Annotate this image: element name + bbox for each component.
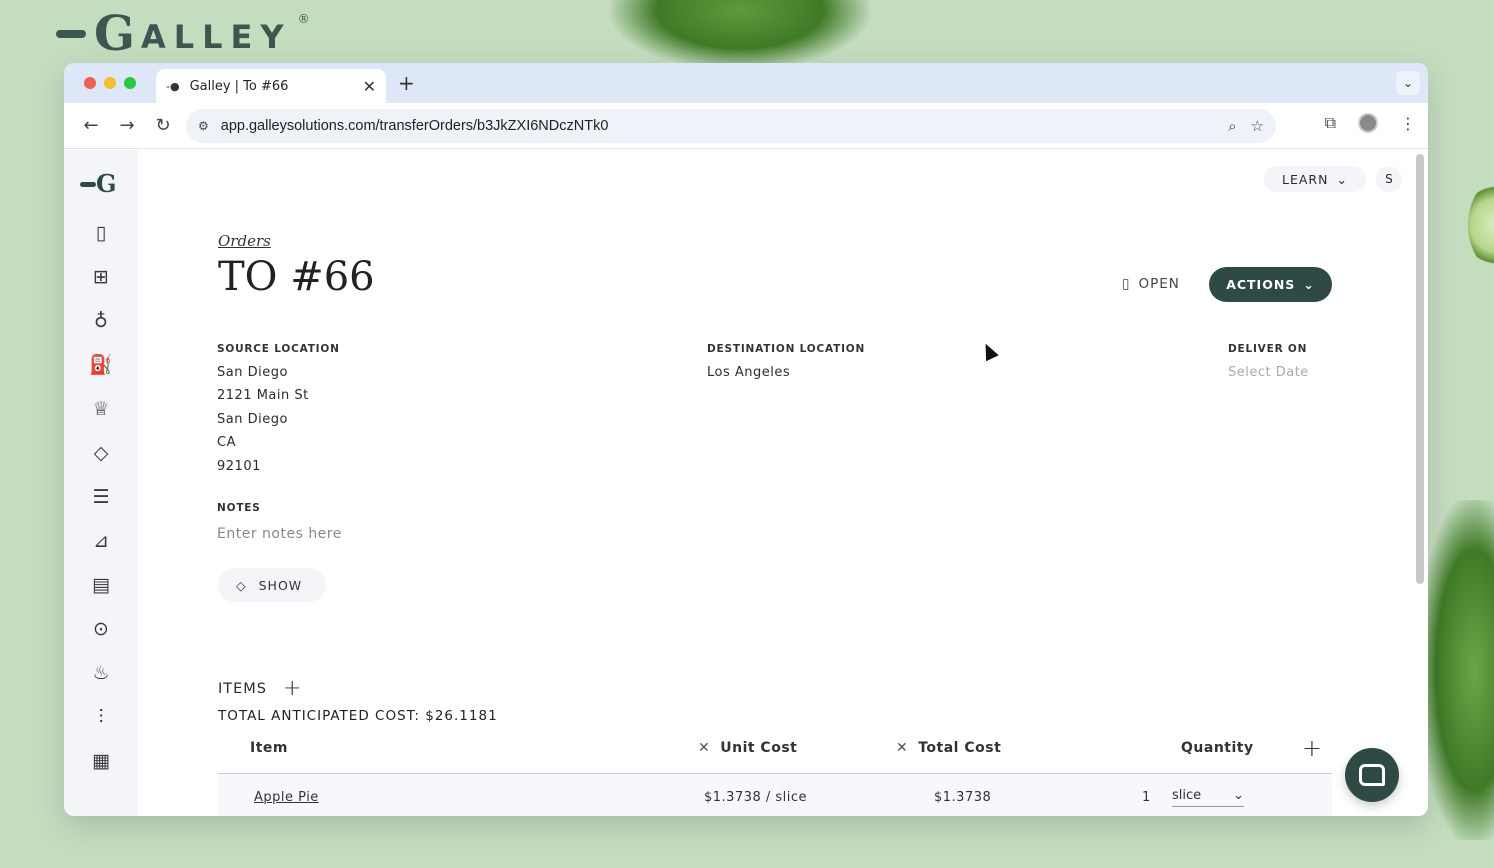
status-text: OPEN: [1138, 276, 1180, 292]
breadcrumb-orders-link[interactable]: Orders: [218, 232, 271, 250]
document-icon[interactable]: ▤: [86, 572, 116, 598]
kale-decoration-top: [610, 0, 870, 70]
mouse-cursor-icon: [979, 340, 999, 362]
remove-column-icon[interactable]: ✕: [698, 740, 710, 756]
galley-logo-icon[interactable]: G: [80, 172, 117, 196]
app-content: G ▯ ⊞ ♁ ⛽ ♕ ◇ ☰ ⊿ ▤ ⊙ ♨ ⫶ ▦ LEARN ⌄ S Or…: [64, 150, 1428, 816]
close-window-button[interactable]: [84, 77, 96, 89]
document-icon: ▯: [1122, 276, 1131, 292]
show-tags-button[interactable]: ◇ SHOW: [218, 568, 326, 602]
column-quantity: Quantity: [1181, 740, 1254, 756]
total-anticipated-cost: TOTAL ANTICIPATED COST: $26.1181: [218, 708, 498, 724]
sliders-icon[interactable]: ⫶: [86, 704, 116, 730]
extensions-icon[interactable]: ⧉: [1325, 113, 1336, 133]
header-right: LEARN ⌄ S: [1264, 166, 1402, 192]
chef-icon[interactable]: ♕: [86, 396, 116, 422]
tab-bar: -● Galley | To #66 ✕ + ⌄: [64, 63, 1428, 103]
items-table-header: Item ✕ Unit Cost ✕ Total Cost Quantity +: [218, 734, 1332, 774]
source-line: San Diego: [217, 365, 288, 380]
toolbar-right: ⧉ ⋮: [1325, 113, 1416, 133]
status-indicator: ▯ OPEN: [1122, 276, 1180, 292]
column-item: Item: [250, 740, 288, 756]
source-line: 2121 Main St: [217, 388, 309, 403]
forward-icon[interactable]: →: [112, 115, 142, 136]
galley-favicon-icon: -●: [166, 79, 180, 93]
app-sidebar: G ▯ ⊞ ♁ ⛽ ♕ ◇ ☰ ⊿ ▤ ⊙ ♨ ⫶ ▦: [64, 150, 138, 816]
site-settings-icon[interactable]: ⚙: [198, 119, 209, 133]
chevron-down-icon: ⌄: [1303, 277, 1315, 292]
new-tab-icon[interactable]: +: [398, 71, 415, 95]
book-icon[interactable]: ⊞: [86, 264, 116, 290]
total-cost-cell: $1.3738: [934, 790, 992, 805]
source-line: 92101: [217, 459, 261, 474]
chat-icon: [1359, 764, 1385, 786]
quantity-input[interactable]: 1: [1142, 790, 1151, 805]
notes-input[interactable]: Enter notes here: [217, 526, 342, 542]
profile-avatar[interactable]: [1358, 113, 1378, 133]
user-menu-button[interactable]: S: [1375, 166, 1402, 192]
items-heading: ITEMS +: [218, 676, 303, 701]
page-scrollbar[interactable]: [1416, 154, 1424, 584]
column-total-cost: ✕ Total Cost: [896, 740, 1002, 756]
minimize-window-button[interactable]: [104, 77, 116, 89]
more-menu-icon[interactable]: ⋮: [1400, 114, 1416, 133]
item-link[interactable]: Apple Pie: [254, 790, 319, 805]
page-title: TO #66: [218, 254, 375, 300]
tag-icon: ◇: [236, 577, 247, 593]
table-row: Apple Pie $1.3738 / slice $1.3738 1 slic…: [218, 774, 1332, 816]
clipboard-icon[interactable]: ▯: [86, 220, 116, 246]
source-line: CA: [217, 435, 236, 450]
tag-icon[interactable]: ◇: [86, 440, 116, 466]
remove-column-icon[interactable]: ✕: [896, 740, 908, 756]
menu-board-icon[interactable]: ▦: [86, 748, 116, 774]
chevron-down-icon: ⌄: [1336, 171, 1348, 187]
reload-icon[interactable]: ↻: [148, 115, 178, 136]
add-item-icon[interactable]: +: [283, 676, 302, 701]
chat-support-button[interactable]: [1345, 748, 1399, 802]
galley-brand-logo: G ALLEY ®: [56, 10, 310, 58]
bookmark-star-icon[interactable]: ☆: [1251, 117, 1264, 135]
source-line: San Diego: [217, 412, 288, 427]
add-column-icon[interactable]: +: [1302, 734, 1322, 762]
dining-icon[interactable]: ♨: [86, 660, 116, 686]
ingredient-icon[interactable]: ♁: [86, 308, 116, 334]
unit-select[interactable]: slice ⌄: [1172, 788, 1244, 807]
cucumber-decoration: [1468, 180, 1494, 270]
cart-icon[interactable]: ⊿: [86, 528, 116, 554]
close-tab-icon[interactable]: ✕: [363, 77, 376, 96]
deliver-on-label: DELIVER ON: [1228, 343, 1308, 355]
window-controls: [84, 77, 136, 89]
browser-tab[interactable]: -● Galley | To #66 ✕: [156, 69, 386, 103]
browser-toolbar: ← → ↻ ⚙ app.galleysolutions.com/transfer…: [64, 103, 1428, 149]
back-icon[interactable]: ←: [76, 115, 106, 136]
tab-search-chevron-icon[interactable]: ⌄: [1396, 71, 1420, 95]
maximize-window-button[interactable]: [124, 77, 136, 89]
chevron-down-icon: ⌄: [1233, 788, 1244, 803]
destination-location-value: Los Angeles: [707, 365, 791, 380]
column-unit-cost: ✕ Unit Cost: [698, 740, 798, 756]
notes-label: NOTES: [217, 502, 261, 514]
browser-window: -● Galley | To #66 ✕ + ⌄ ← → ↻ ⚙ app.gal…: [64, 63, 1428, 816]
url-text[interactable]: app.galleysolutions.com/transferOrders/b…: [221, 118, 1214, 134]
kale-decoration-right: [1420, 500, 1494, 840]
source-location-label: SOURCE LOCATION: [217, 343, 340, 355]
bottle-icon[interactable]: ⛽: [86, 352, 116, 378]
deliver-date-picker[interactable]: Select Date: [1228, 365, 1309, 380]
destination-location-label: DESTINATION LOCATION: [707, 343, 866, 355]
learn-button[interactable]: LEARN ⌄: [1264, 166, 1366, 192]
actions-button[interactable]: ACTIONS ⌄: [1209, 267, 1332, 302]
key-icon: [56, 30, 86, 38]
checklist-icon[interactable]: ☰: [86, 484, 116, 510]
zoom-icon[interactable]: ⌕: [1228, 117, 1236, 135]
location-icon[interactable]: ⊙: [86, 616, 116, 642]
unit-cost-cell: $1.3738 / slice: [704, 790, 808, 805]
address-bar[interactable]: ⚙ app.galleysolutions.com/transferOrders…: [186, 109, 1276, 143]
